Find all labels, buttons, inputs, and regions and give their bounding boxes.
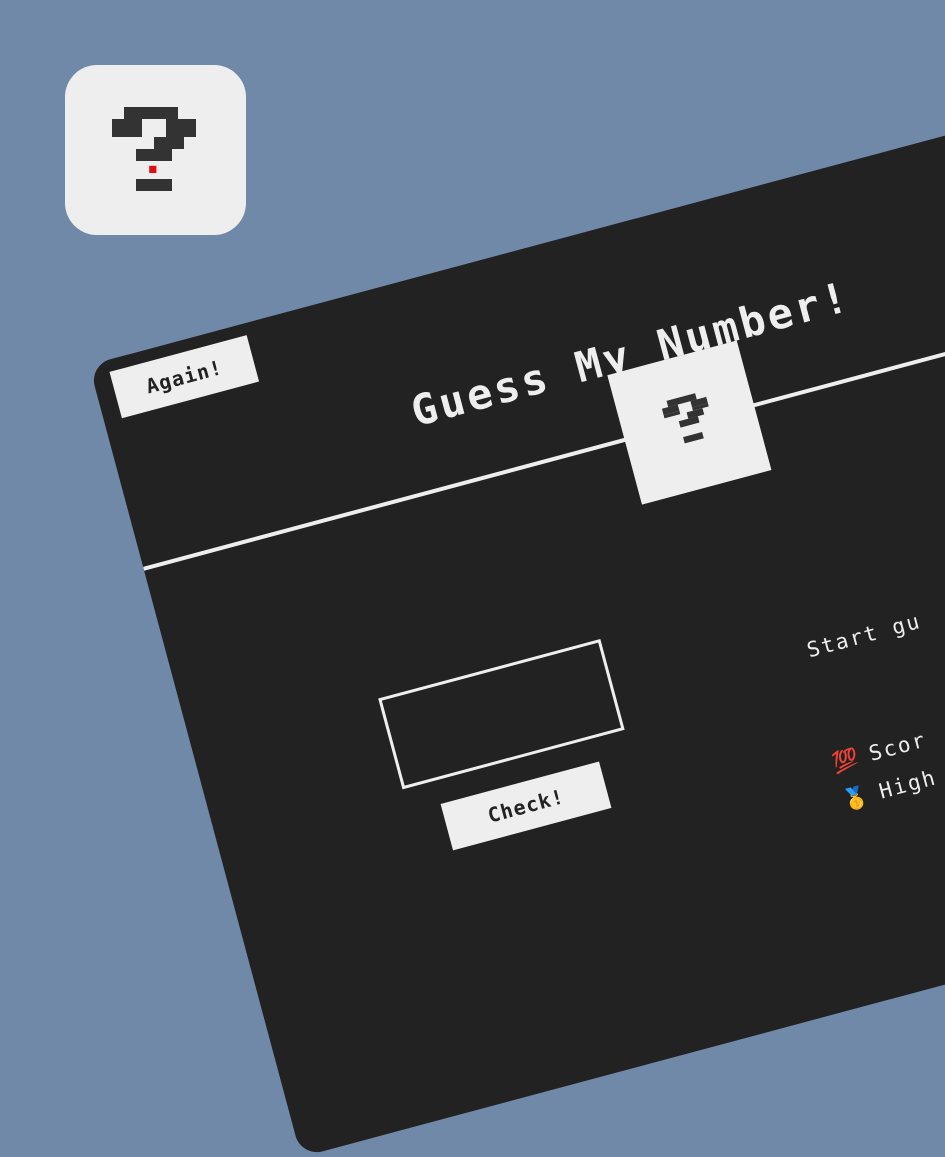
status-message: Start gu <box>804 608 924 663</box>
question-mark-icon <box>112 107 196 191</box>
game-window: Again! Guess My Number! ? Check! Start g… <box>89 106 945 1157</box>
again-button[interactable]: Again! <box>109 335 260 419</box>
hundred-points-icon: 💯 <box>829 745 863 776</box>
app-icon[interactable] <box>65 65 246 235</box>
highscore-stat: 🥇 High <box>840 765 940 814</box>
score-label: Scor <box>866 727 930 766</box>
check-button[interactable]: Check! <box>440 761 612 851</box>
question-mark-icon: ? <box>661 393 709 444</box>
medal-icon: 🥇 <box>839 782 874 814</box>
header-divider <box>143 308 945 571</box>
highscore-label: High <box>876 765 940 804</box>
